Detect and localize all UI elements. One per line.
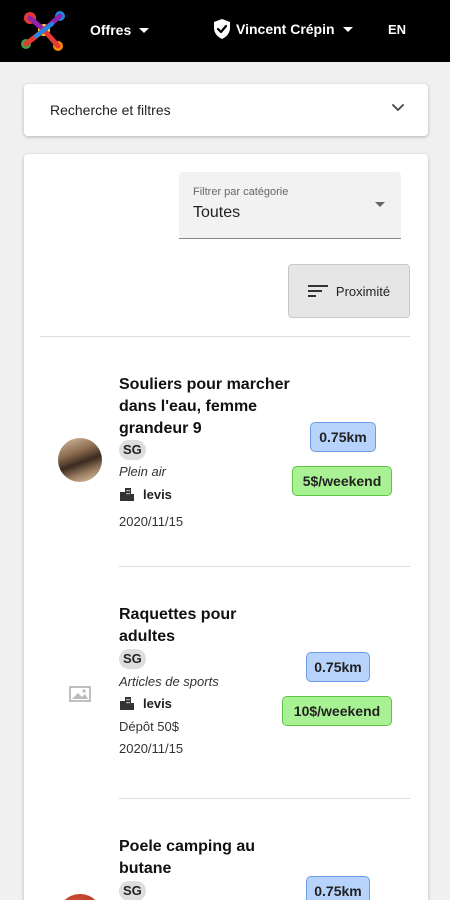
- app-logo[interactable]: [16, 6, 72, 56]
- language-toggle[interactable]: EN: [388, 22, 406, 37]
- item-location: levis: [119, 695, 172, 711]
- item-title: Souliers pour marcher dans l'eau, femme …: [119, 376, 290, 437]
- owner-tag: SG: [119, 649, 146, 669]
- building-icon: [120, 488, 134, 501]
- category-filter-select[interactable]: Filtrer par catégorie Toutes: [179, 172, 401, 239]
- caret-down-icon: [139, 27, 150, 33]
- distance-badge: 0.75km: [306, 652, 370, 682]
- search-filters-label: Recherche et filtres: [50, 102, 171, 118]
- item-category: Plein air: [119, 464, 166, 479]
- item-location-label: levis: [143, 695, 172, 711]
- price-badge: 5$/weekend: [292, 466, 392, 496]
- item-deposit: Dépôt 50$: [119, 719, 179, 734]
- item-thumbnail: [58, 894, 102, 900]
- item-thumbnail: [58, 672, 102, 716]
- user-menu[interactable]: Vincent Crépin: [212, 18, 353, 40]
- verified-shield-icon: [214, 19, 230, 39]
- offers-list-card: Filtrer par catégorie Toutes Proximité S…: [24, 154, 428, 900]
- caret-down-icon: [342, 26, 353, 32]
- image-placeholder-icon: [69, 686, 91, 702]
- list-item[interactable]: Raquettes pour adultes SG Articles de sp…: [24, 566, 428, 798]
- item-category: Articles de sports: [119, 674, 219, 689]
- offers-menu[interactable]: Offres: [90, 22, 150, 38]
- sort-icon: [307, 285, 328, 297]
- top-app-bar: Offres Vincent Crépin EN: [0, 0, 450, 62]
- category-filter-label: Filtrer par catégorie: [193, 186, 289, 198]
- list-item[interactable]: Poele camping au butane SG 0.75km: [24, 798, 428, 900]
- item-date: 2020/11/15: [119, 741, 184, 756]
- building-icon: [120, 697, 134, 710]
- item-location-label: levis: [143, 486, 172, 502]
- owner-tag: SG: [119, 881, 146, 900]
- item-thumbnail: [58, 438, 102, 482]
- dropdown-arrow-icon: [375, 202, 385, 207]
- item-date: 2020/11/15: [119, 514, 184, 529]
- sort-label: Proximité: [335, 283, 391, 299]
- price-badge: 10$/weekend: [282, 696, 392, 726]
- item-title: Raquettes pour adultes: [119, 606, 237, 645]
- owner-tag: SG: [119, 440, 146, 460]
- category-filter-value: Toutes: [193, 204, 241, 221]
- offers-menu-label: Offres: [90, 22, 132, 38]
- search-filters-panel[interactable]: Recherche et filtres: [24, 84, 428, 136]
- item-location: levis: [119, 486, 172, 502]
- list-item[interactable]: Souliers pour marcher dans l'eau, femme …: [24, 336, 428, 566]
- distance-badge: 0.75km: [310, 422, 376, 452]
- sort-proximity-button[interactable]: Proximité: [288, 264, 410, 318]
- chevron-down-icon: [392, 104, 404, 112]
- distance-badge: 0.75km: [306, 876, 370, 900]
- user-name: Vincent Crépin: [236, 21, 335, 37]
- item-title: Poele camping au butane: [119, 838, 256, 877]
